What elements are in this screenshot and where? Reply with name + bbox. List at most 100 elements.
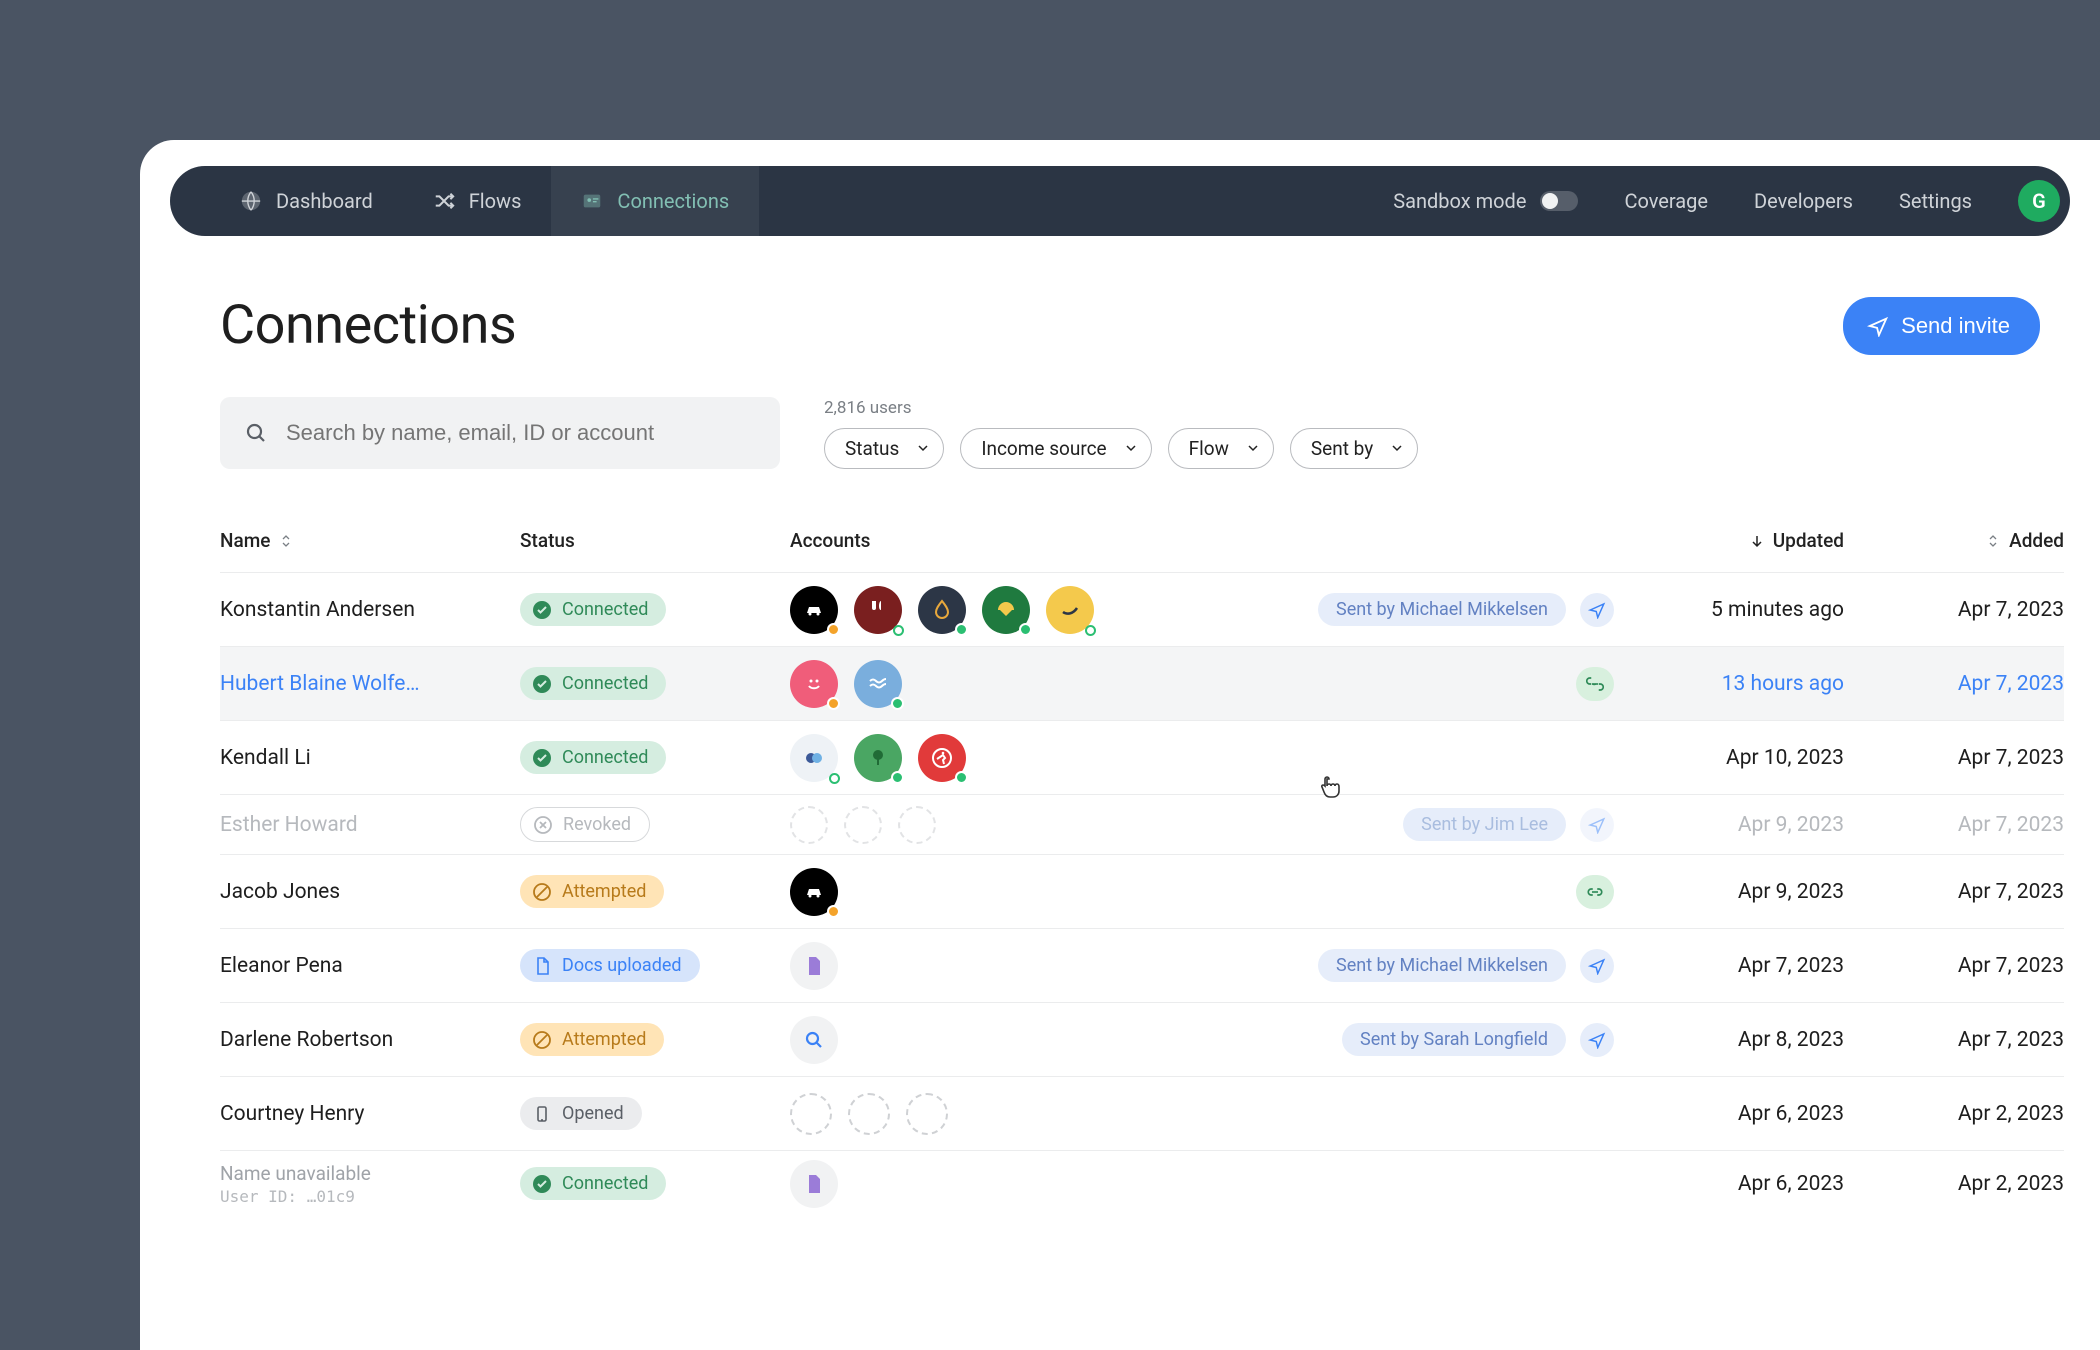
nav-label: Connections [617,189,729,213]
controls-row: 2,816 users Status Income source Flow Se… [140,357,2100,469]
table-row[interactable]: Konstantin Andersen Connected Sent by Mi… [220,572,2064,646]
col-added[interactable]: Added [1844,529,2064,552]
account-icon[interactable] [918,734,966,782]
cell-status: Connected [520,593,790,626]
account-icon[interactable] [790,1160,838,1208]
account-icon[interactable] [790,868,838,916]
table-row[interactable]: Hubert Blaine Wolfe… Connected 13 hours … [220,646,2064,720]
account-icon[interactable] [918,586,966,634]
account-icon[interactable] [790,942,838,990]
search-icon [802,1028,826,1052]
sandbox-toggle-row: Sandbox mode [1393,189,1578,213]
account-icon[interactable] [790,586,838,634]
status-badge: Docs uploaded [520,949,700,982]
mastercard-icon [802,746,826,770]
send-icon-button[interactable] [1580,1023,1614,1057]
account-icon[interactable] [854,586,902,634]
cell-updated: Apr 8, 2023 [1614,1028,1844,1052]
cell-name: Konstantin Andersen [220,598,520,622]
row-actions: Sent by Jim Lee [1403,808,1614,842]
navbar: Dashboard Flows Connections Sandbox mode… [170,166,2070,236]
table-row[interactable]: Darlene Robertson Attempted Sent by Sara… [220,1002,2064,1076]
table-row[interactable]: Esther Howard Revoked Sent by Jim Lee Ap… [220,794,2064,854]
send-icon-button[interactable] [1580,949,1614,983]
slash-circle-icon [532,882,552,902]
run-icon [930,746,954,770]
sandbox-toggle[interactable] [1540,191,1578,211]
account-icon[interactable] [854,660,902,708]
check-circle-icon [532,674,552,694]
nav-dashboard[interactable]: Dashboard [210,166,403,236]
cell-status: Attempted [520,1023,790,1056]
account-icon[interactable] [790,1016,838,1064]
cell-added: Apr 7, 2023 [1844,598,2064,622]
status-badge: Connected [520,1167,666,1200]
send-icon-button[interactable] [1580,593,1614,627]
nav-label: Flows [469,189,522,213]
send-icon [1588,957,1606,975]
cell-status: Opened [520,1097,790,1130]
sort-icon [1985,533,2001,549]
nav-coverage[interactable]: Coverage [1624,189,1708,213]
account-placeholder-icon [790,806,828,844]
col-name[interactable]: Name [220,529,520,552]
cell-accounts [790,660,1614,708]
table-row[interactable]: Kendall Li Connected Apr 10, 2023 Apr 7,… [220,720,2064,794]
link-icon-button[interactable] [1576,875,1614,909]
cell-updated: Apr 6, 2023 [1614,1172,1844,1196]
cell-updated: Apr 6, 2023 [1614,1102,1844,1126]
search-icon [244,421,268,445]
chevron-down-icon [1125,442,1137,454]
account-icon[interactable] [790,660,838,708]
cell-updated: 13 hours ago [1614,672,1844,696]
send-icon [1588,601,1606,619]
filter-flow[interactable]: Flow [1168,428,1274,469]
send-icon-button[interactable] [1580,808,1614,842]
table-row[interactable]: Courtney Henry Opened Apr 6, 2023 Apr 2,… [220,1076,2064,1150]
nav-settings[interactable]: Settings [1899,189,1972,213]
nav-flows[interactable]: Flows [403,166,552,236]
account-placeholder-icon [898,806,936,844]
sent-by-badge: Sent by Jim Lee [1403,808,1566,841]
filter-income-source[interactable]: Income source [960,428,1151,469]
avatar[interactable]: G [2018,180,2060,222]
cell-added: Apr 7, 2023 [1844,746,2064,770]
account-icon[interactable] [854,734,902,782]
link-icon [1586,883,1604,901]
send-invite-label: Send invite [1901,313,2010,339]
status-badge: Attempted [520,875,664,908]
send-invite-button[interactable]: Send invite [1843,297,2040,355]
cell-added: Apr 7, 2023 [1844,880,2064,904]
table-row[interactable]: Name unavailable User ID: …01c9 Connecte… [220,1150,2064,1216]
search-input[interactable] [286,420,756,446]
nav-connections[interactable]: Connections [551,166,759,236]
app-card: Dashboard Flows Connections Sandbox mode… [140,140,2100,1350]
car-icon [802,880,826,904]
filter-status[interactable]: Status [824,428,944,469]
status-badge: Connected [520,741,666,774]
col-updated[interactable]: Updated [1614,529,1844,552]
chevron-down-icon [917,442,929,454]
shuffle-icon [433,190,455,212]
table-row[interactable]: Eleanor Pena Docs uploaded Sent by Micha… [220,928,2064,1002]
page-title: Connections [220,294,516,357]
cell-accounts: Sent by Sarah Longfield [790,1016,1614,1064]
check-circle-icon [532,748,552,768]
arrow-down-icon [1749,533,1765,549]
col-accounts[interactable]: Accounts [790,529,1614,552]
cell-status: Docs uploaded [520,949,790,982]
nav-developers[interactable]: Developers [1754,189,1853,213]
table-row[interactable]: Jacob Jones Attempted Apr 9, 2023 Apr 7,… [220,854,2064,928]
cell-name: Jacob Jones [220,880,520,904]
filter-sent-by[interactable]: Sent by [1290,428,1418,469]
row-actions [1576,875,1614,909]
account-icon[interactable] [1046,586,1094,634]
account-icon[interactable] [982,586,1030,634]
cell-status: Connected [520,667,790,700]
account-icon[interactable] [790,734,838,782]
account-placeholder-icon [906,1093,948,1135]
cell-name: Esther Howard [220,813,520,837]
search-box[interactable] [220,397,780,469]
link-icon-button[interactable] [1576,667,1614,701]
col-status[interactable]: Status [520,529,790,552]
